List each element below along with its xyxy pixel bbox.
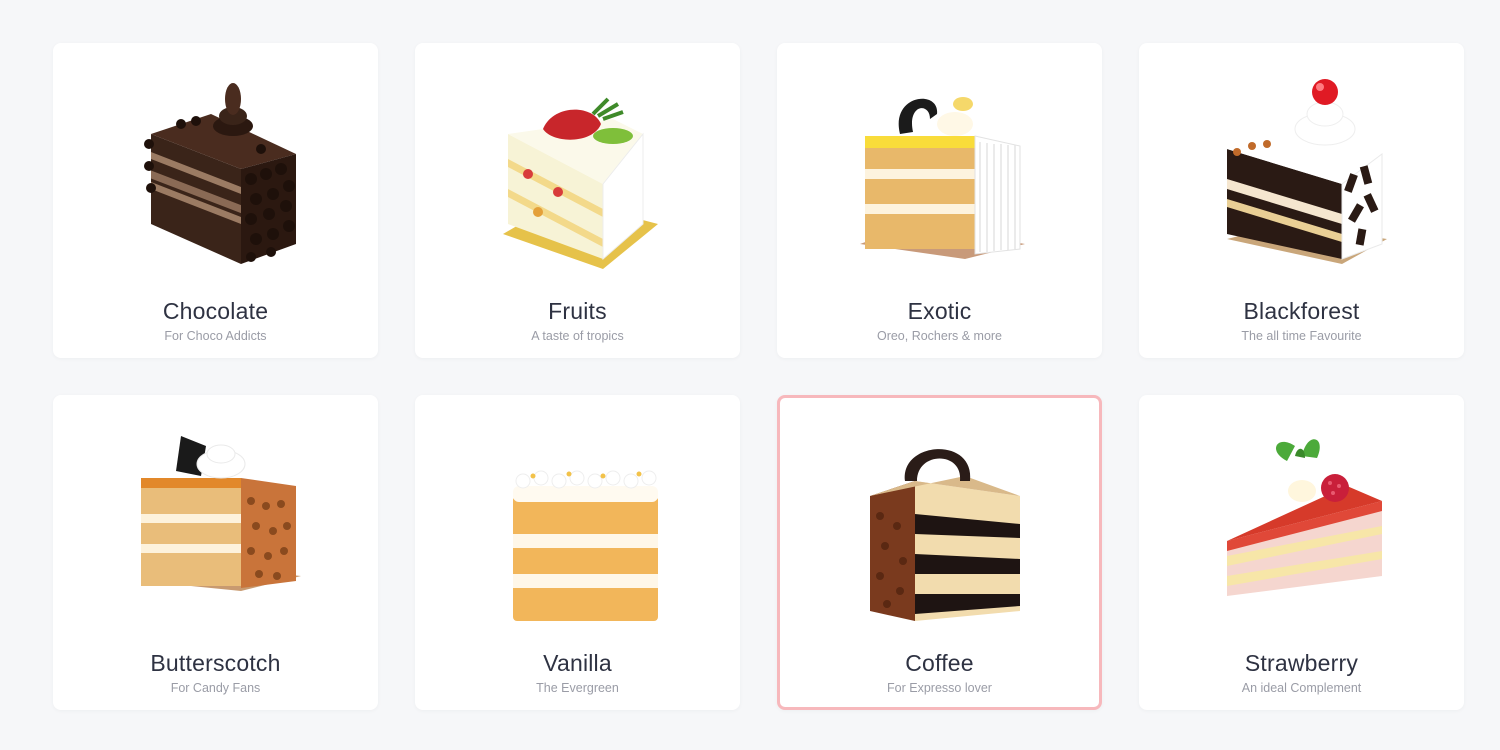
- category-title: Exotic: [907, 298, 972, 324]
- chocolate-cake-slice-icon: [143, 83, 296, 264]
- coffee-cake-slice-icon: [869, 449, 1020, 621]
- category-subtitle: For Choco Addicts: [164, 329, 267, 343]
- category-subtitle: The Evergreen: [536, 681, 619, 695]
- category-subtitle: Oreo, Rochers & more: [876, 329, 1003, 343]
- category-card-exotic[interactable]: Exotic Oreo, Rochers & more: [777, 43, 1102, 358]
- butterscotch-cake-slice-icon: [140, 436, 301, 591]
- fruit-cake-slice-icon: [502, 97, 658, 269]
- blackforest-cake-slice-icon: [1226, 79, 1387, 264]
- category-title: Blackforest: [1243, 298, 1360, 324]
- category-title: Butterscotch: [150, 650, 281, 676]
- exotic-cake-slice-icon: [859, 97, 1025, 259]
- category-title: Coffee: [905, 650, 974, 676]
- category-card-strawberry[interactable]: Strawberry An ideal Complement: [1139, 395, 1464, 710]
- category-title: Vanilla: [543, 650, 612, 676]
- category-grid: Chocolate For Choco Addicts Fruits A tas…: [53, 43, 1464, 710]
- category-card-blackforest[interactable]: Blackforest The all time Favourite: [1139, 43, 1464, 358]
- category-subtitle: For Expresso lover: [887, 681, 992, 695]
- category-subtitle: An ideal Complement: [1241, 681, 1362, 695]
- category-title: Chocolate: [162, 298, 269, 324]
- category-subtitle: For Candy Fans: [170, 681, 261, 695]
- category-card-chocolate[interactable]: Chocolate For Choco Addicts: [53, 43, 378, 358]
- category-title: Strawberry: [1244, 650, 1359, 676]
- vanilla-cake-slice-icon: [512, 470, 658, 621]
- strawberry-cake-slice-icon: [1226, 439, 1382, 596]
- category-card-coffee[interactable]: Coffee For Expresso lover: [777, 395, 1102, 710]
- category-card-vanilla[interactable]: Vanilla The Evergreen: [415, 395, 740, 710]
- category-title: Fruits: [548, 298, 607, 324]
- category-subtitle: A taste of tropics: [531, 329, 624, 343]
- category-card-butterscotch[interactable]: Butterscotch For Candy Fans: [53, 395, 378, 710]
- category-card-fruits[interactable]: Fruits A taste of tropics: [415, 43, 740, 358]
- category-subtitle: The all time Favourite: [1241, 329, 1362, 343]
